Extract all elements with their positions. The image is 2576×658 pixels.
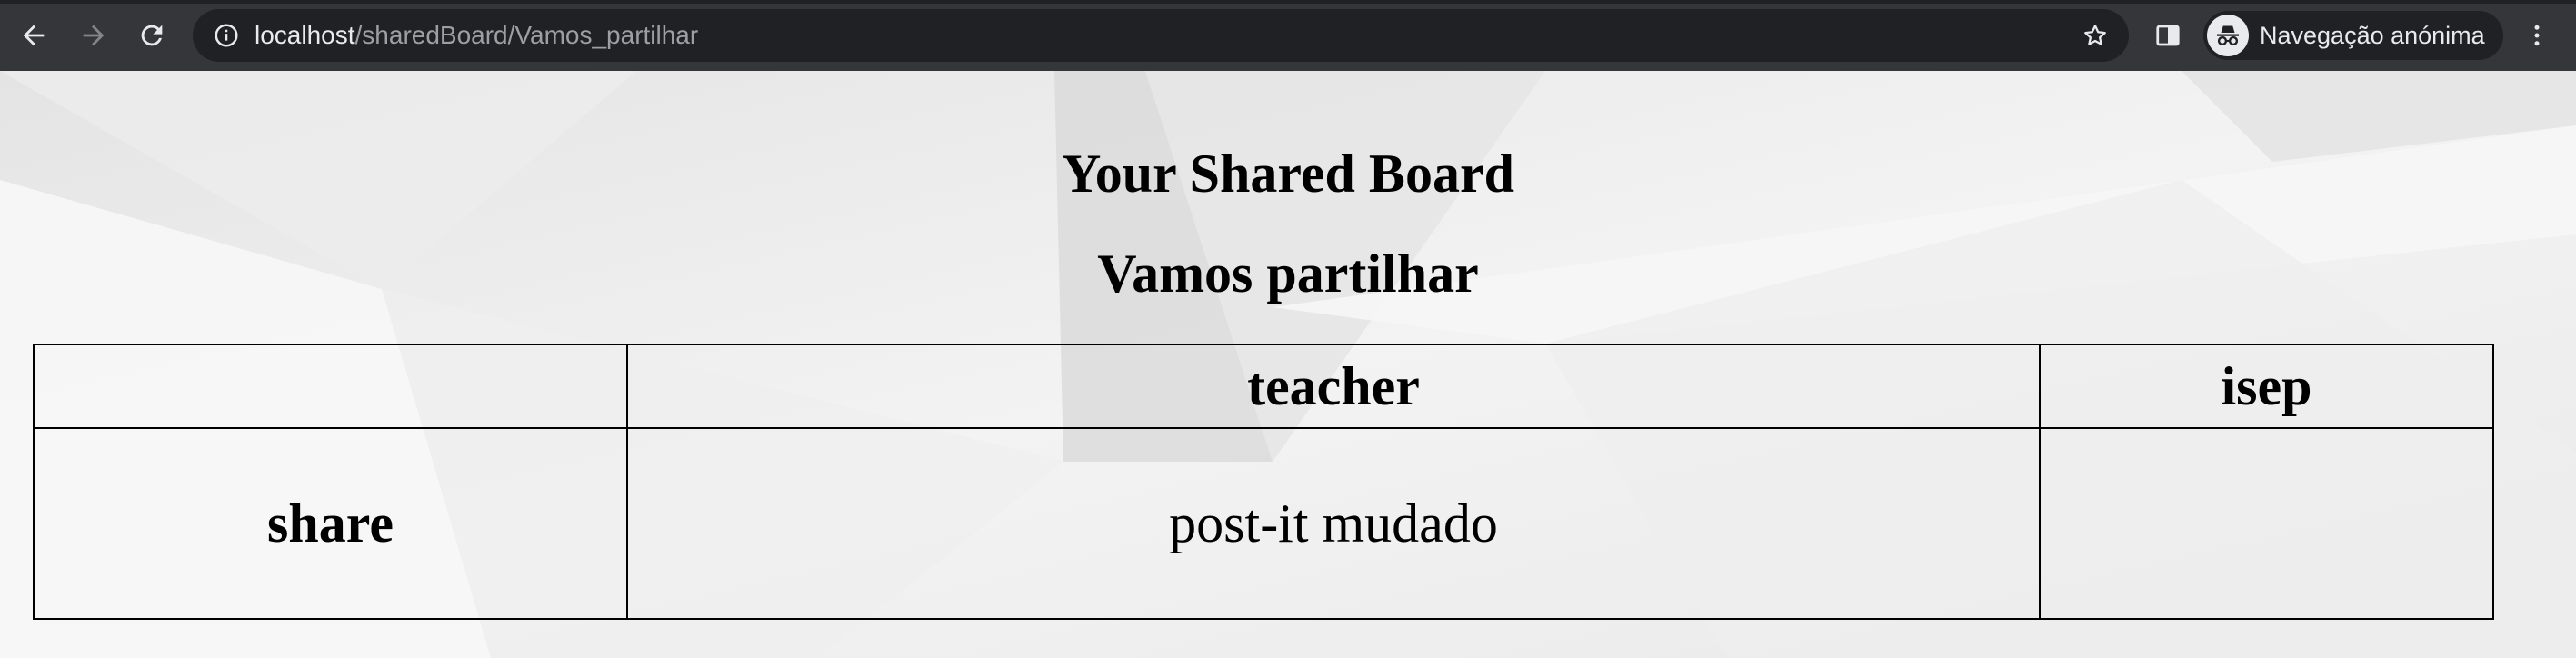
empty-cell[interactable] [2039, 427, 2494, 620]
kebab-menu-icon [2534, 25, 2540, 46]
page-viewport: Your Shared Board Vamos partilhar teache… [0, 71, 2576, 658]
forward-arrow-icon [83, 25, 105, 46]
incognito-profile-button[interactable]: Navegação anónima [2203, 11, 2503, 60]
url-host: localhost [255, 21, 355, 49]
page-content: Your Shared Board Vamos partilhar teache… [0, 71, 2576, 658]
browser-menu-button[interactable] [2518, 16, 2556, 55]
postit-cell[interactable]: post-it mudado [626, 427, 2041, 620]
incognito-label: Navegação anónima [2260, 22, 2485, 49]
tab-strip-edge [0, 0, 2576, 4]
reload-button[interactable] [133, 16, 171, 55]
url-path: /sharedBoard/Vamos_partilhar [354, 21, 699, 49]
url-text[interactable]: localhost/sharedBoard/Vamos_partilhar [255, 20, 698, 51]
column-header-teacher: teacher [626, 344, 2041, 429]
back-arrow-icon [23, 25, 45, 46]
table-header-row: teacher isep [33, 344, 2494, 429]
side-panel-icon [2156, 25, 2180, 46]
bookmark-button[interactable] [2080, 20, 2111, 51]
forward-button[interactable] [75, 16, 113, 55]
shared-board-table: teacher isep share post-it mudado [33, 344, 2494, 620]
column-header-isep: isep [2039, 344, 2494, 429]
incognito-icon [2207, 15, 2249, 56]
star-icon [2084, 25, 2106, 45]
reload-icon [141, 25, 163, 46]
table-row: share post-it mudado [33, 427, 2494, 620]
info-icon [215, 24, 238, 47]
page-title: Your Shared Board [1062, 144, 1514, 204]
address-bar[interactable]: localhost/sharedBoard/Vamos_partilhar [193, 9, 2129, 62]
column-header-corner [33, 344, 628, 429]
browser-toolbar: localhost/sharedBoard/Vamos_partilhar Na… [0, 0, 2576, 71]
back-button[interactable] [15, 16, 53, 55]
board-name: Vamos partilhar [1097, 244, 1479, 304]
row-header-share: share [33, 427, 628, 620]
site-info-button[interactable] [211, 20, 242, 51]
side-panel-button[interactable] [2149, 16, 2187, 55]
